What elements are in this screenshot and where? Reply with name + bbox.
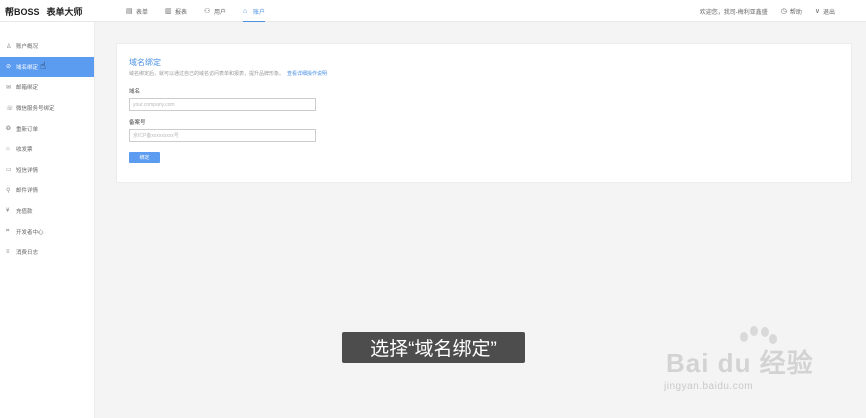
domain-label: 域名 — [129, 89, 141, 95]
sidebar-item-wechat-bind[interactable]: ☏ 微信服务号绑定 — [0, 98, 94, 119]
sidebar-item-order[interactable]: ❂ 重新订单 — [0, 118, 94, 139]
top-right-area: 欢迎您，我司-梅利亚鑫盛 ◷ 帮助 ∨ 退出 — [687, 0, 835, 22]
sidebar-item-email-bind[interactable]: ✉ 邮箱绑定 — [0, 77, 94, 98]
page-description: 域名绑定后，就可以通过自己的域名访问表单和报表，提升品牌形象。 查看详细操作说明 — [129, 70, 327, 77]
nav-item-report[interactable]: ▥ 报表 — [165, 0, 187, 22]
sidebar: ♙ 账户概况 ⊘ 域名绑定 ☝ ✉ 邮箱绑定 ☏ 微信服务号绑定 ❂ 重新订单 ⌂ 收发票 ▭… — [0, 22, 95, 418]
chart-icon: ▥ — [165, 7, 172, 15]
sidebar-item-sms[interactable]: ▭ 短信详情 — [0, 160, 94, 181]
sidebar-item-label: 账户概况 — [16, 44, 39, 51]
sidebar-item-label: 邮箱绑定 — [16, 85, 39, 92]
sidebar-item-label: 消费日志 — [16, 250, 39, 257]
sidebar-item-recharge[interactable]: ¥ 充值款 — [0, 201, 94, 222]
nav-item-label: 用户 — [214, 9, 227, 16]
baidu-watermark: Bai du 经验 jingyan.baidu.com — [662, 325, 822, 405]
app-name: 表单大师 — [46, 7, 83, 17]
sms-icon: ▭ — [6, 167, 12, 174]
sidebar-item-label: 充值款 — [16, 209, 33, 216]
sidebar-item-mail-detail[interactable]: ⚲ 邮件详情 — [0, 180, 94, 201]
help-link[interactable]: ◷ 帮助 — [781, 7, 802, 16]
sidebar-item-domain-bind[interactable]: ⊘ 域名绑定 ☝ — [0, 56, 94, 78]
nav-item-label: 报表 — [175, 9, 188, 16]
order-icon: ❂ — [6, 126, 12, 133]
caption: 选择“域名绑定” — [342, 332, 525, 363]
recharge-icon: ¥ — [6, 208, 10, 215]
domain-bind-card: 域名绑定 域名绑定后，就可以通过自己的域名访问表单和报表，提升品牌形象。 查看详细… — [116, 43, 852, 183]
nav-item-form[interactable]: ▤ 表单 — [126, 0, 148, 22]
sidebar-item-label: 微信服务号绑定 — [16, 106, 55, 113]
top-bar: 帮BOSS 表单大师 ▤ 表单 ▥ 报表 ⚇ 用户 ⌂ 账户 欢迎您，我司-梅利亚鑫盛 ◷… — [0, 0, 866, 22]
user-icon: ⚇ — [204, 7, 211, 15]
account-overview-icon: ♙ — [6, 43, 12, 50]
sidebar-item-label: 收发票 — [16, 147, 33, 154]
sidebar-item-account-overview[interactable]: ♙ 账户概况 — [0, 36, 94, 57]
help-doc-link[interactable]: 查看详细操作说明 — [287, 71, 327, 77]
sidebar-item-developer[interactable]: ⌗ 开发者中心 — [0, 221, 94, 242]
nav-item-label: 账户 — [253, 9, 266, 16]
nav-item-account[interactable]: ⌂ 账户 — [243, 0, 266, 22]
account-icon: ⌂ — [243, 7, 248, 15]
icp-input[interactable] — [129, 129, 316, 142]
clock-icon: ◷ — [780, 8, 787, 15]
chevron-down-icon: ∨ — [814, 8, 820, 15]
help-label: 帮助 — [789, 9, 802, 16]
watermark-url: jingyan.baidu.com — [664, 381, 754, 392]
sidebar-item-label: 开发者中心 — [16, 229, 44, 236]
log-icon: ≡ — [6, 249, 10, 256]
email-bind-icon: ✉ — [6, 84, 12, 91]
invoice-icon: ⌂ — [6, 146, 10, 153]
page-title: 域名绑定 — [129, 58, 161, 67]
hand-cursor-icon: ☝ — [40, 60, 47, 72]
developer-icon: ⌗ — [6, 228, 10, 235]
brand-logo-text: 帮BOSS — [5, 7, 40, 17]
nav-item-label: 表单 — [136, 9, 149, 16]
bind-button[interactable]: 绑定 — [129, 152, 160, 163]
form-icon: ▤ — [126, 7, 133, 15]
domain-bind-icon: ⊘ — [6, 64, 12, 71]
brand[interactable]: 帮BOSS 表单大师 — [5, 5, 83, 18]
icp-label: 备案号 — [129, 120, 146, 126]
logout-label: 退出 — [822, 9, 835, 16]
sidebar-item-log[interactable]: ≡ 消费日志 — [0, 242, 94, 263]
top-nav: ▤ 表单 ▥ 报表 ⚇ 用户 ⌂ 账户 — [126, 0, 282, 22]
domain-input[interactable] — [129, 98, 316, 111]
logout-link[interactable]: ∨ 退出 — [815, 7, 835, 16]
wechat-bind-icon: ☏ — [6, 105, 14, 112]
watermark-logo-text: Bai du 经验 — [666, 348, 814, 378]
description-text: 域名绑定后，就可以通过自己的域名访问表单和报表，提升品牌形象。 — [129, 71, 285, 77]
sidebar-item-label: 域名绑定 — [16, 64, 39, 71]
mail-detail-icon: ⚲ — [6, 187, 11, 194]
sidebar-item-label: 邮件详情 — [16, 188, 39, 195]
welcome-text[interactable]: 欢迎您，我司-梅利亚鑫盛 — [700, 7, 768, 16]
sidebar-item-invoice[interactable]: ⌂ 收发票 — [0, 139, 94, 160]
sidebar-item-label: 短信详情 — [16, 167, 39, 174]
sidebar-item-label: 重新订单 — [16, 126, 39, 133]
nav-item-user[interactable]: ⚇ 用户 — [204, 0, 226, 22]
